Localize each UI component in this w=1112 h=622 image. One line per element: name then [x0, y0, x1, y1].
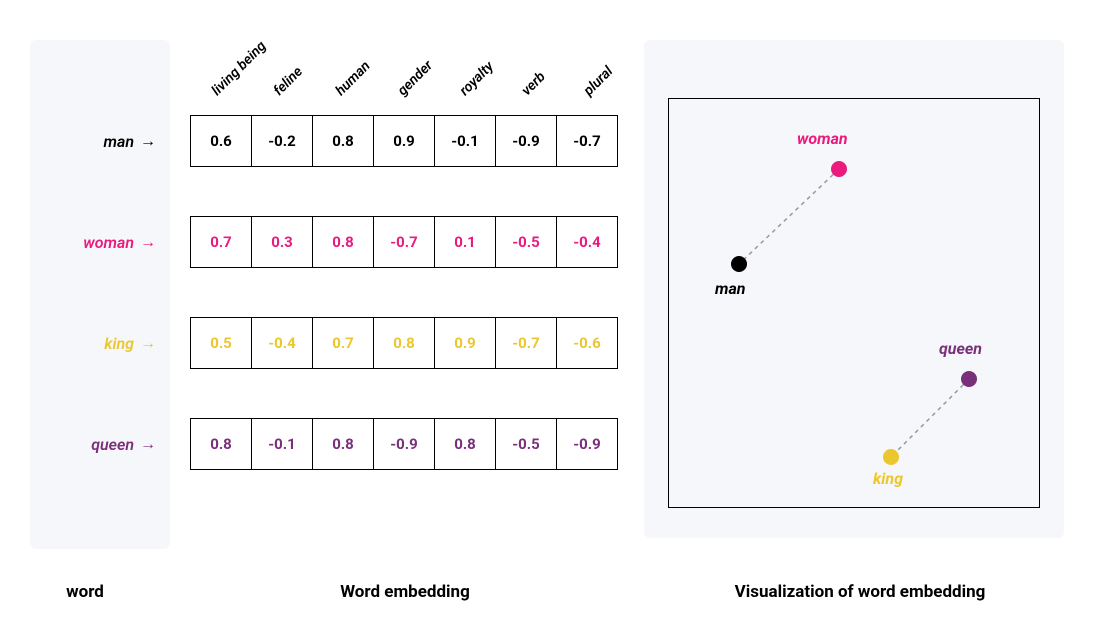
- emb-cell: -0.7: [495, 317, 557, 369]
- emb-cell: -0.5: [495, 216, 557, 268]
- emb-cell: -0.9: [373, 418, 435, 470]
- embedding-row-queen: 0.8 -0.1 0.8 -0.9 0.8 -0.5 -0.9: [190, 418, 624, 470]
- dim-verb: verb: [519, 44, 574, 99]
- emb-cell: 0.9: [373, 115, 435, 167]
- emb-cell: 0.9: [434, 317, 496, 369]
- dim-human: human: [333, 44, 388, 99]
- caption-word: word: [0, 582, 170, 602]
- embedding-row-man: 0.6 -0.2 0.8 0.9 -0.1 -0.9 -0.7: [190, 115, 624, 167]
- emb-cell: -0.4: [251, 317, 313, 369]
- dashed-line-icon: [891, 379, 969, 457]
- emb-cell: 0.8: [312, 115, 374, 167]
- emb-cell: 0.5: [190, 317, 252, 369]
- dim-royalty: royalty: [457, 44, 512, 99]
- point-woman: [831, 161, 847, 177]
- arrow-icon: →: [140, 234, 156, 250]
- embedding-row-woman: 0.7 0.3 0.8 -0.7 0.1 -0.5 -0.4: [190, 216, 624, 268]
- emb-cell: 0.8: [373, 317, 435, 369]
- dim-feline: feline: [271, 44, 326, 99]
- emb-cell: -0.7: [556, 115, 618, 167]
- viz-label-woman: woman: [797, 129, 848, 148]
- viz-panel: woman man queen king: [644, 40, 1064, 538]
- arrow-icon: →: [140, 436, 156, 452]
- word-woman: woman →: [83, 216, 170, 268]
- point-queen: [961, 371, 977, 387]
- caption-viz: Visualization of word embedding: [640, 582, 1080, 602]
- dim-plural: plural: [581, 44, 636, 99]
- captions-row: word Word embedding Visualization of wor…: [0, 582, 1112, 602]
- emb-cell: 0.7: [312, 317, 374, 369]
- emb-cell: -0.9: [495, 115, 557, 167]
- word-king-text: king: [104, 334, 134, 353]
- viz-box: woman man queen king: [668, 98, 1040, 508]
- word-man: man →: [104, 115, 171, 167]
- emb-cell: -0.1: [434, 115, 496, 167]
- caption-embedding: Word embedding: [170, 582, 640, 602]
- emb-cell: 0.6: [190, 115, 252, 167]
- word-panel: man → woman → king → queen →: [30, 40, 170, 549]
- embedding-row-king: 0.5 -0.4 0.7 0.8 0.9 -0.7 -0.6: [190, 317, 624, 369]
- emb-cell: 0.8: [312, 418, 374, 470]
- emb-cell: 0.1: [434, 216, 496, 268]
- emb-cell: -0.1: [251, 418, 313, 470]
- dimension-labels: living being feline human gender royalty…: [190, 40, 624, 115]
- emb-cell: 0.8: [434, 418, 496, 470]
- word-king: king →: [104, 317, 170, 369]
- emb-cell: -0.7: [373, 216, 435, 268]
- word-queen: queen →: [91, 418, 170, 470]
- emb-cell: -0.2: [251, 115, 313, 167]
- word-queen-text: queen: [91, 435, 134, 454]
- emb-cell: -0.9: [556, 418, 618, 470]
- arrow-icon: →: [140, 133, 156, 149]
- word-woman-text: woman: [83, 233, 134, 252]
- dashed-line-icon: [739, 169, 839, 264]
- emb-cell: 0.8: [190, 418, 252, 470]
- viz-label-man: man: [715, 279, 745, 298]
- emb-cell: 0.3: [251, 216, 313, 268]
- emb-cell: -0.5: [495, 418, 557, 470]
- emb-cell: -0.6: [556, 317, 618, 369]
- word-man-text: man: [104, 132, 135, 151]
- viz-label-king: king: [873, 469, 903, 488]
- dim-living-being: living being: [209, 44, 264, 99]
- viz-label-queen: queen: [939, 339, 982, 358]
- emb-cell: 0.7: [190, 216, 252, 268]
- point-man: [731, 256, 747, 272]
- embedding-panel: living being feline human gender royalty…: [190, 40, 624, 519]
- point-king: [883, 449, 899, 465]
- emb-cell: 0.8: [312, 216, 374, 268]
- emb-cell: -0.4: [556, 216, 618, 268]
- viz-connections: [669, 99, 1039, 507]
- dim-gender: gender: [395, 44, 450, 99]
- arrow-icon: →: [140, 335, 156, 351]
